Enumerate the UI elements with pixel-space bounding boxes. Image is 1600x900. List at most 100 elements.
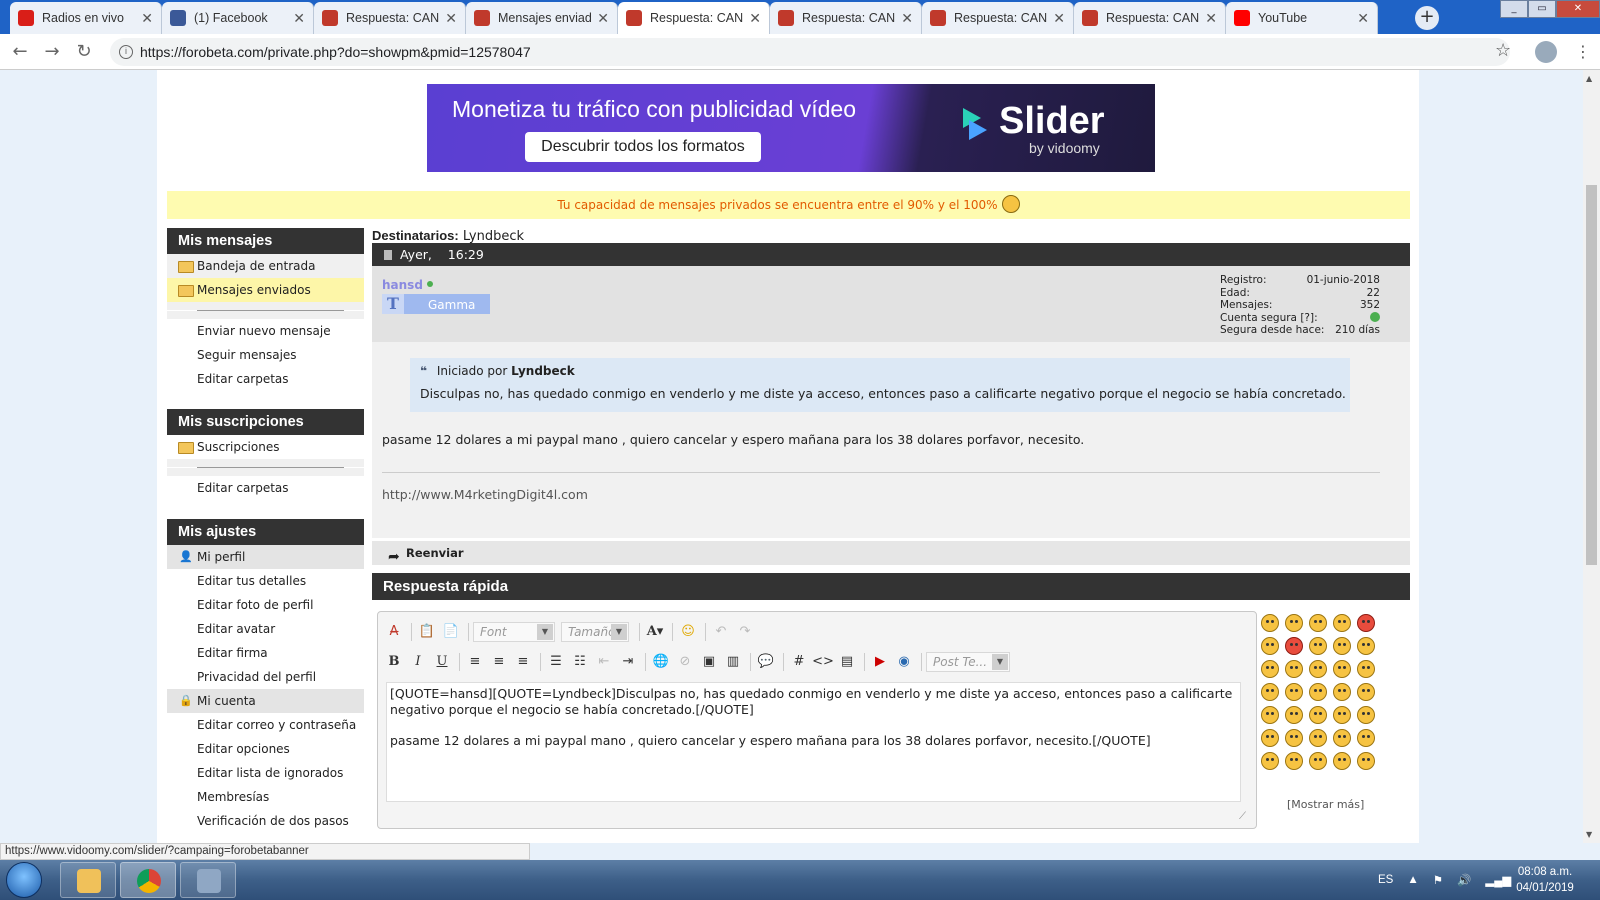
align-right-icon[interactable]: ≡: [512, 652, 534, 672]
browser-tab[interactable]: Mensajes enviados ✕: [466, 2, 618, 34]
signal-icon[interactable]: ▂▄▆: [1485, 873, 1511, 887]
smiley-icon[interactable]: [1261, 637, 1279, 655]
info-icon[interactable]: i: [119, 45, 133, 59]
browser-tab[interactable]: Respuesta: CANAL ✕: [770, 2, 922, 34]
maximize-button[interactable]: ▭: [1528, 0, 1556, 18]
smiley-icon[interactable]: [1357, 637, 1375, 655]
php-icon[interactable]: ▤: [836, 652, 858, 672]
redo-icon[interactable]: ↷: [734, 622, 756, 642]
smiley-icon[interactable]: [1261, 752, 1279, 770]
quote-author[interactable]: Lyndbeck: [511, 364, 575, 378]
link-edit-email-password[interactable]: Editar correo y contraseña: [167, 713, 364, 737]
quote-insert-icon[interactable]: 💬: [755, 652, 777, 672]
link-edit-ignore-list[interactable]: Editar lista de ignorados: [167, 761, 364, 785]
smiley-icon[interactable]: [1309, 706, 1327, 724]
link-profile-privacy[interactable]: Privacidad del perfil: [167, 665, 364, 689]
close-tab-icon[interactable]: ✕: [141, 10, 153, 27]
code-icon[interactable]: <>: [812, 652, 834, 672]
smiley-icon[interactable]: [1309, 660, 1327, 678]
link-edit-signature[interactable]: Editar firma: [167, 641, 364, 665]
network-warning-icon[interactable]: ⚑: [1433, 873, 1443, 887]
link-track-messages[interactable]: Seguir mensajes: [167, 343, 364, 367]
smiley-icon[interactable]: [1285, 729, 1303, 747]
post-username[interactable]: hansd: [382, 278, 433, 292]
smiley-icon[interactable]: [1261, 706, 1279, 724]
smiley-icon[interactable]: [1285, 660, 1303, 678]
folder-subscriptions[interactable]: Suscripciones: [167, 435, 364, 459]
close-window-button[interactable]: ✕: [1556, 0, 1600, 18]
paste-text-icon[interactable]: 📄: [440, 622, 462, 642]
resize-grip-icon[interactable]: ⟋: [1239, 811, 1246, 822]
close-tab-icon[interactable]: ✕: [597, 10, 609, 27]
text-color-icon[interactable]: A▾: [644, 622, 666, 642]
smiley-icon[interactable]: [1261, 614, 1279, 632]
browser-tab[interactable]: YouTube ✕: [1226, 2, 1378, 34]
browser-tab[interactable]: Respuesta: CANAL ✕: [618, 2, 770, 34]
folder-sent[interactable]: Mensajes enviados: [167, 278, 364, 302]
smiley-icon[interactable]: [1285, 637, 1303, 655]
recipient-name[interactable]: Lyndbeck: [463, 229, 524, 244]
page-scrollbar[interactable]: ▲ ▼: [1583, 70, 1600, 843]
align-left-icon[interactable]: ≡: [464, 652, 486, 672]
smiley-icon[interactable]: [1261, 660, 1279, 678]
size-select[interactable]: Tamaño ▼: [561, 622, 629, 642]
smiley-icon[interactable]: [1261, 729, 1279, 747]
scroll-down-icon[interactable]: ▼: [1586, 830, 1592, 839]
taskbar-chrome[interactable]: [120, 862, 176, 898]
link-edit-profile-photo[interactable]: Editar foto de perfil: [167, 593, 364, 617]
smiley-icon[interactable]: [1309, 729, 1327, 747]
smiley-icon[interactable]: [1333, 706, 1351, 724]
italic-icon[interactable]: I: [407, 652, 429, 672]
indent-icon[interactable]: ⇥: [617, 652, 639, 672]
close-tab-icon[interactable]: ✕: [445, 10, 457, 27]
scrollbar-thumb[interactable]: [1586, 185, 1597, 565]
close-tab-icon[interactable]: ✕: [901, 10, 913, 27]
close-tab-icon[interactable]: ✕: [293, 10, 305, 27]
underline-icon[interactable]: U: [431, 652, 453, 672]
start-button[interactable]: [6, 862, 42, 898]
profile-avatar[interactable]: [1535, 41, 1557, 63]
smiley-icon[interactable]: [1261, 683, 1279, 701]
link-edit-avatar[interactable]: Editar avatar: [167, 617, 364, 641]
back-icon[interactable]: ←: [8, 40, 32, 64]
browser-menu-icon[interactable]: ⋮: [1575, 42, 1591, 61]
smiley-icon[interactable]: [1333, 683, 1351, 701]
smiley-icon[interactable]: [1333, 752, 1351, 770]
smiley-icon[interactable]: [1309, 614, 1327, 632]
stat-key[interactable]: Cuenta segura [?]:: [1220, 312, 1370, 325]
language-indicator[interactable]: ES: [1378, 874, 1393, 886]
link-memberships[interactable]: Membresías: [167, 785, 364, 809]
browser-tab[interactable]: Respuesta: CANAL ✕: [314, 2, 466, 34]
smiley-icon[interactable]: ☺: [677, 622, 699, 642]
link-edit-options[interactable]: Editar opciones: [167, 737, 364, 761]
smiley-icon[interactable]: [1285, 752, 1303, 770]
show-more-smileys-link[interactable]: [Mostrar más]: [1287, 798, 1364, 811]
browser-tab[interactable]: Respuesta: CANAL ✕: [1074, 2, 1226, 34]
browser-tab[interactable]: (1) Facebook ✕: [162, 2, 314, 34]
undo-icon[interactable]: ↶: [710, 622, 732, 642]
smiley-icon[interactable]: [1285, 614, 1303, 632]
close-tab-icon[interactable]: ✕: [749, 10, 761, 27]
ordered-list-icon[interactable]: ☰: [545, 652, 567, 672]
spoiler-icon[interactable]: ◉: [893, 652, 915, 672]
smiley-icon[interactable]: [1285, 706, 1303, 724]
banner-cta-button[interactable]: Descubrir todos los formatos: [525, 132, 761, 162]
link-edit-details[interactable]: Editar tus detalles: [167, 569, 364, 593]
video-icon[interactable]: ▥: [722, 652, 744, 672]
smiley-icon[interactable]: [1333, 614, 1351, 632]
link-two-step[interactable]: Verificación de dos pasos: [167, 809, 364, 833]
reload-icon[interactable]: ↻: [72, 40, 96, 64]
signature-link[interactable]: http://www.M4rketingDigit4l.com: [382, 487, 588, 502]
forward-button[interactable]: ➦ Reenviar: [372, 541, 1410, 565]
link-send-new[interactable]: Enviar nuevo mensaje: [167, 319, 364, 343]
browser-tab[interactable]: Radios en vivo ✕: [10, 2, 162, 34]
unordered-list-icon[interactable]: ☷: [569, 652, 591, 672]
taskbar-explorer[interactable]: [60, 862, 116, 898]
new-tab-button[interactable]: +: [1415, 6, 1439, 30]
bold-icon[interactable]: B: [383, 652, 405, 672]
smiley-icon[interactable]: [1357, 729, 1375, 747]
image-icon[interactable]: ▣: [698, 652, 720, 672]
tray-expand-icon[interactable]: ▲: [1407, 874, 1418, 886]
link-edit-folders[interactable]: Editar carpetas: [167, 476, 364, 500]
outdent-icon[interactable]: ⇤: [593, 652, 615, 672]
